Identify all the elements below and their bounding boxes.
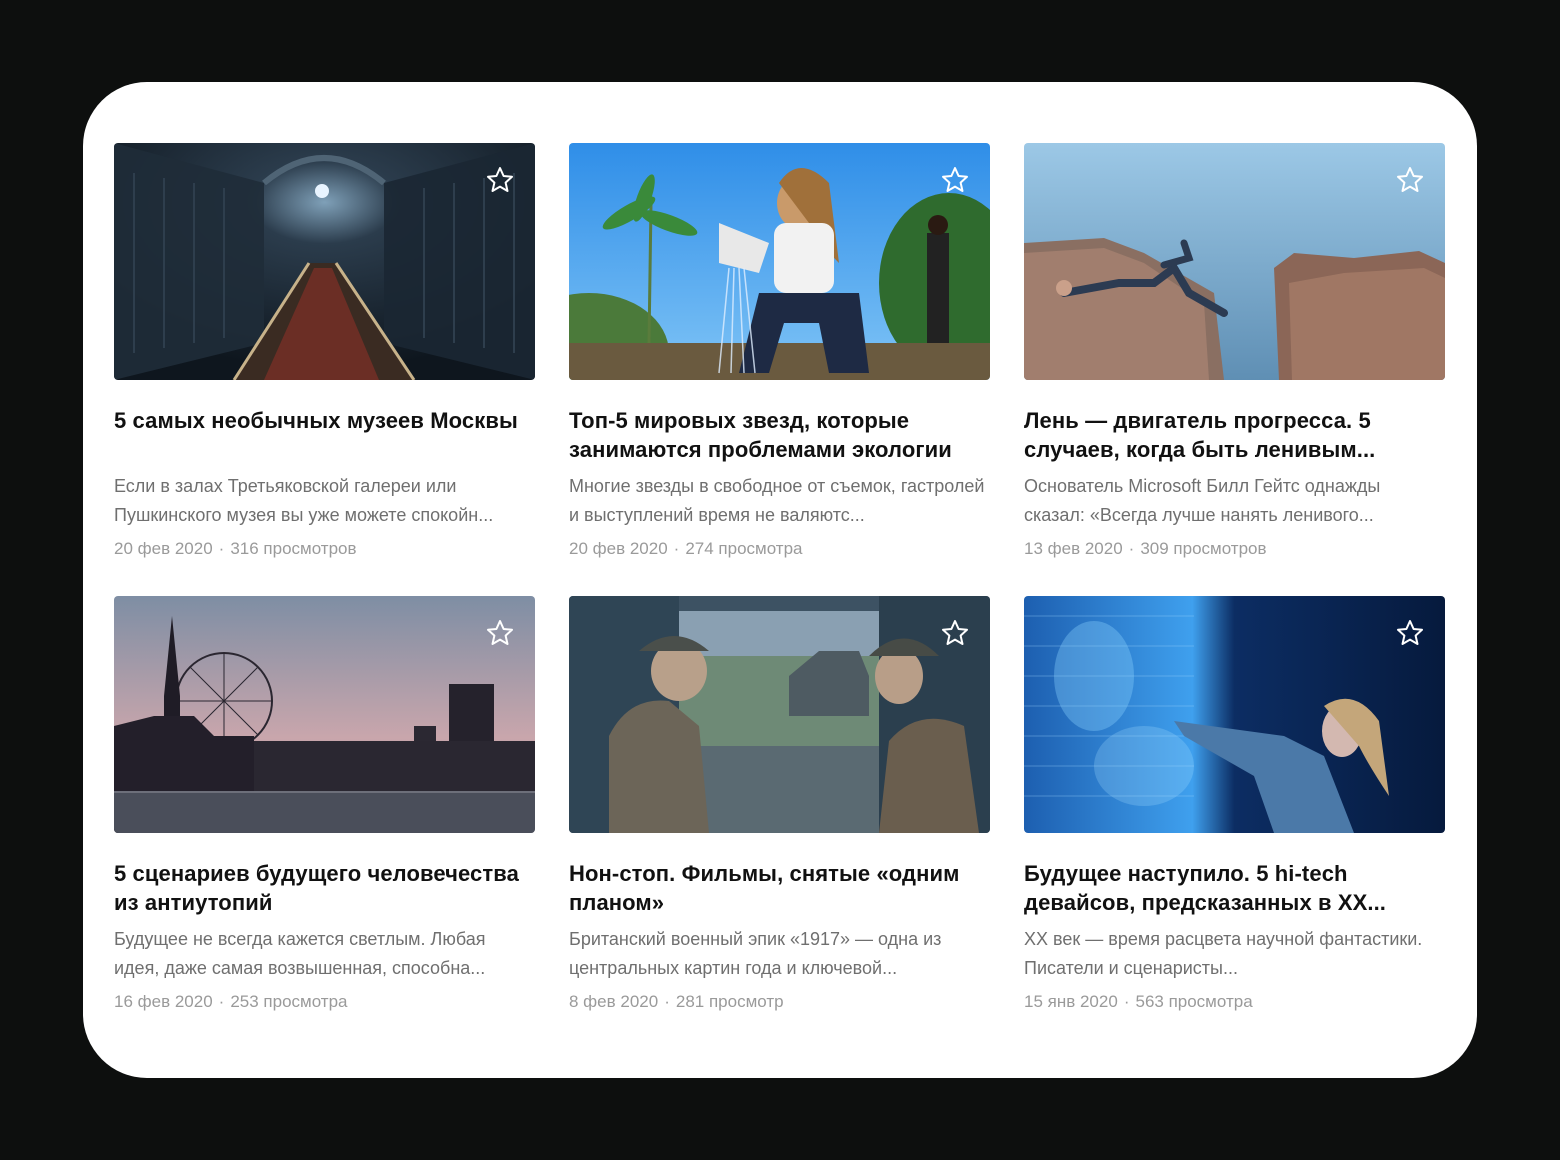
article-title[interactable]: Лень — двигатель прогресса. 5 случаев, к… [1024,406,1445,464]
article-description: Британский военный эпик «1917» — одна из… [569,929,942,978]
article-thumbnail[interactable] [569,143,990,380]
article-title[interactable]: Нон-стоп. Фильмы, снятые «одним планом» [569,859,990,917]
article-views: 563 просмотра [1135,992,1253,1011]
articles-grid: 5 самых необычных музеев Москвы Если в з… [114,143,1445,1049]
article-description: Основатель Microsoft Билл Гейтс однажды … [1024,476,1381,525]
article-views: 316 просмотров [230,539,357,558]
article-date: 15 янв 2020 [1024,992,1118,1011]
article-card[interactable]: 5 сценариев будущего человечества из ант… [114,596,535,1049]
meta-separator: · [664,992,670,1011]
favorite-star-icon[interactable] [485,618,515,648]
article-title[interactable]: 5 самых необычных музеев Москвы [114,406,535,464]
article-thumbnail[interactable] [114,596,535,833]
favorite-star-icon[interactable] [940,165,970,195]
article-description: Многие звезды в свободное от съемок, гас… [569,476,985,525]
watering-image [569,143,990,380]
article-title[interactable]: 5 сценариев будущего человечества из ант… [114,859,535,917]
article-views: 309 просмотров [1140,539,1267,558]
meta-separator: · [218,992,225,1011]
article-description: Если в залах Третьяковской галереи или П… [114,476,494,525]
article-card[interactable]: 5 самых необычных музеев Москвы Если в з… [114,143,535,596]
favorite-star-icon[interactable] [485,165,515,195]
article-meta: 20 фев 2020 · 316 просмотров [114,538,535,560]
article-card[interactable]: Нон-стоп. Фильмы, снятые «одним планом» … [569,596,990,1049]
hi-tech-screen-image [1024,596,1445,833]
article-meta: 15 янв 2020 · 563 просмотра [1024,991,1445,1013]
article-meta: 20 фев 2020 · 274 просмотра [569,538,990,560]
meta-separator: · [673,539,680,558]
article-title[interactable]: Топ-5 мировых звезд, которые занимаются … [569,406,990,464]
favorite-star-icon[interactable] [1395,618,1425,648]
city-skyline-image [114,596,535,833]
article-meta: 13 фев 2020 · 309 просмотров [1024,538,1445,560]
tunnel-image [114,143,535,380]
article-thumbnail[interactable] [569,596,990,833]
article-card[interactable]: Лень — двигатель прогресса. 5 случаев, к… [1024,143,1445,596]
article-views: 281 просмотр [675,992,784,1011]
article-card[interactable]: Будущее наступило. 5 hi-tech девайсов, п… [1024,596,1445,1049]
article-description: XX век — время расцвета научной фантасти… [1024,929,1423,978]
article-views: 253 просмотра [230,992,348,1011]
article-title[interactable]: Будущее наступило. 5 hi-tech девайсов, п… [1024,859,1445,917]
meta-separator: · [1128,539,1135,558]
article-meta: 16 фев 2020 · 253 просмотра [114,991,535,1013]
meta-separator: · [218,539,225,558]
articles-panel: 5 самых необычных музеев Москвы Если в з… [83,82,1477,1078]
article-views: 274 просмотра [685,539,803,558]
article-thumbnail[interactable] [1024,596,1445,833]
article-description: Будущее не всегда кажется светлым. Любая… [114,929,486,978]
article-card[interactable]: Топ-5 мировых звезд, которые занимаются … [569,143,990,596]
article-thumbnail[interactable] [114,143,535,380]
article-thumbnail[interactable] [1024,143,1445,380]
article-date: 16 фев 2020 [114,992,213,1011]
meta-separator: · [1123,992,1130,1011]
favorite-star-icon[interactable] [940,618,970,648]
article-date: 13 фев 2020 [1024,539,1123,558]
article-date: 8 фев 2020 [569,992,659,1011]
favorite-star-icon[interactable] [1395,165,1425,195]
soldiers-image [569,596,990,833]
rocks-image [1024,143,1445,380]
article-meta: 8 фев 2020 · 281 просмотр [569,991,990,1013]
article-date: 20 фев 2020 [114,539,213,558]
article-date: 20 фев 2020 [569,539,668,558]
